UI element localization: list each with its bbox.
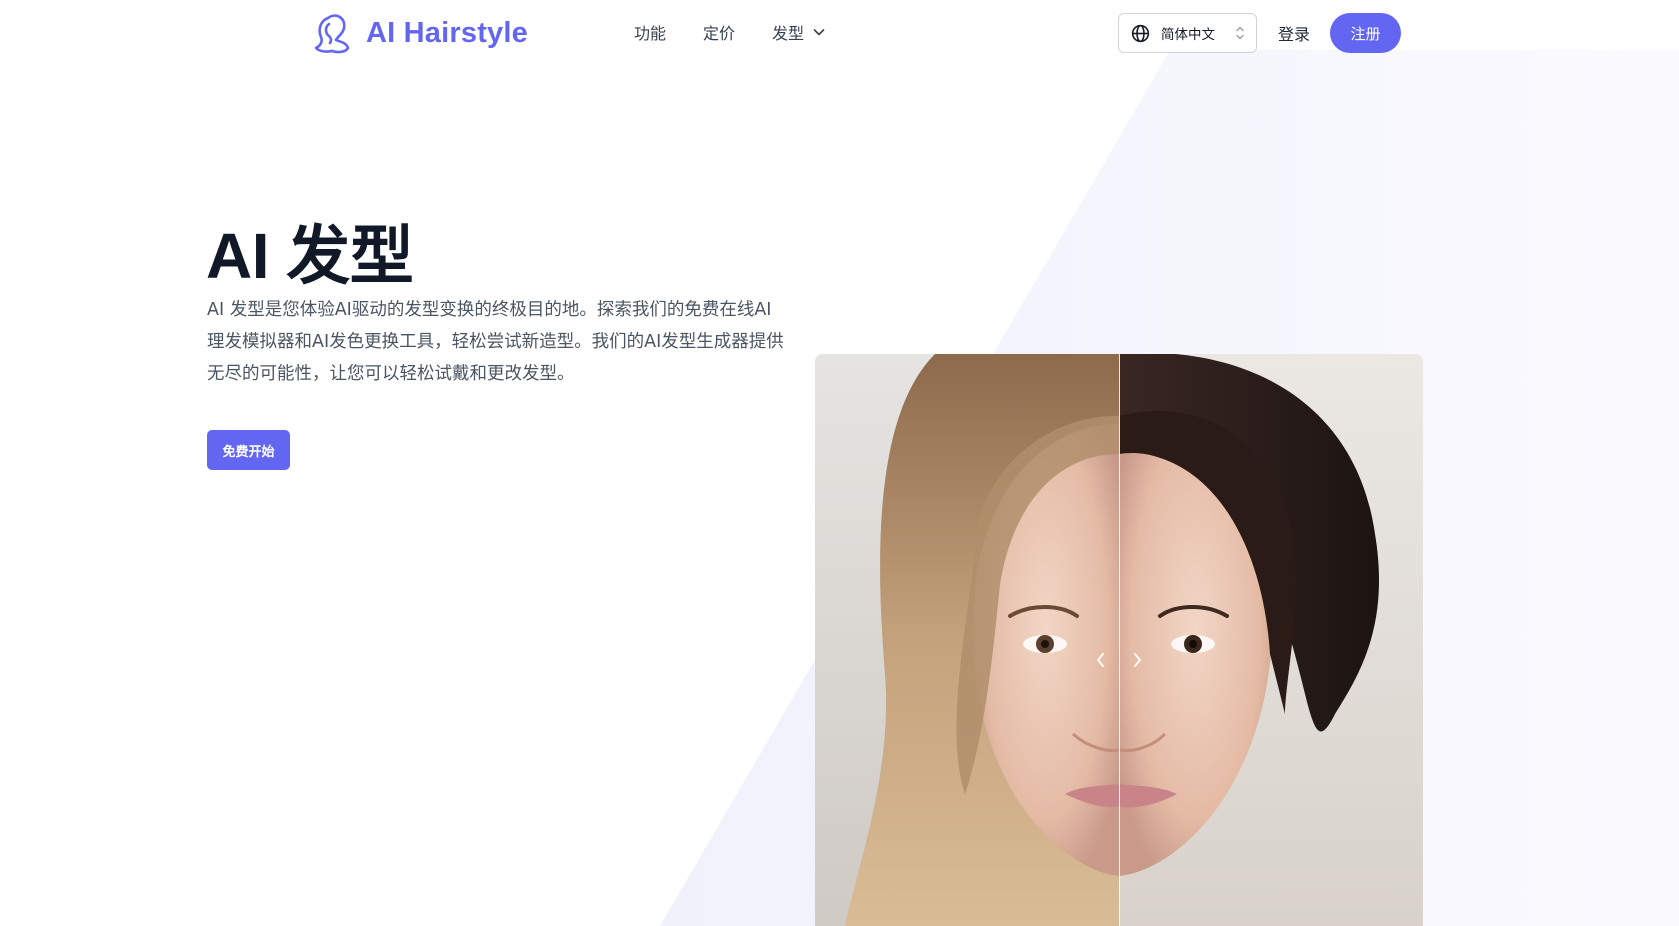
nav-item-hairstyles[interactable]: 发型 [772,20,826,44]
chevron-left-icon[interactable] [1094,650,1108,670]
compare-divider[interactable] [1119,354,1120,926]
login-link[interactable]: 登录 [1278,21,1310,45]
language-selected: 简体中文 [1161,27,1215,43]
logo[interactable]: AI Hairstyle [312,12,528,54]
hero-description: AI 发型是您体验AI驱动的发型变换的终极目的地。探索我们的免费在线AI理发模拟… [207,300,784,384]
nav-item-label: 定价 [703,24,736,43]
woman-silhouette-icon [314,14,350,54]
main-nav: 功能 定价 发型 [634,20,826,44]
chevron-down-icon [813,29,825,36]
chevron-right-icon[interactable] [1130,650,1144,670]
brand-name: AI Hairstyle [366,16,528,49]
nav-item-label: 功能 [634,24,667,43]
before-after-compare[interactable] [815,354,1423,926]
site-header: AI Hairstyle 功能 定价 发型 简体中文 登录 注册 [0,0,1679,66]
globe-icon [1131,24,1150,42]
nav-item-features[interactable]: 功能 [634,20,666,44]
get-started-button[interactable]: 免费开始 [207,430,290,470]
hero-title: AI 发型 [206,220,414,292]
chevron-up-down-icon [1236,26,1244,40]
language-select[interactable]: 简体中文 [1118,13,1257,53]
nav-item-pricing[interactable]: 定价 [703,20,735,44]
signup-button[interactable]: 注册 [1330,13,1401,53]
nav-item-label: 发型 [772,24,805,43]
